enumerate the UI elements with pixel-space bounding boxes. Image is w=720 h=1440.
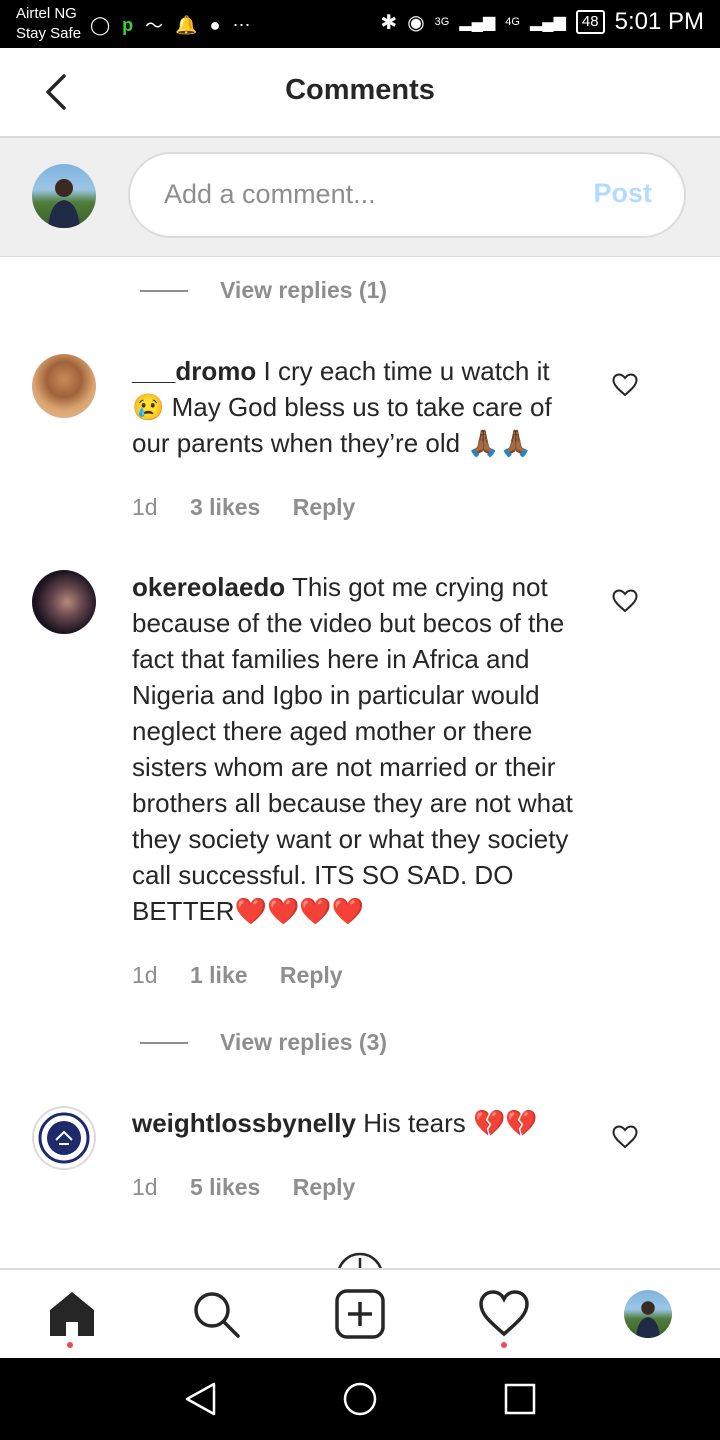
- comment-text: okereolaedo This got me crying not becau…: [132, 569, 582, 929]
- comment-likes[interactable]: 1 like: [190, 962, 248, 988]
- bell-icon: 🔔: [175, 14, 198, 35]
- reply-button[interactable]: Reply: [293, 1174, 356, 1200]
- comment-time: 1d: [132, 962, 158, 988]
- comment-body: This got me crying not because of the vi…: [132, 572, 573, 926]
- home-icon[interactable]: [46, 1288, 98, 1340]
- current-user-avatar[interactable]: [32, 164, 96, 228]
- clock: 5:01 PM: [614, 8, 704, 35]
- comment-username[interactable]: ___dromo: [132, 356, 256, 386]
- replies-divider: [140, 1042, 188, 1044]
- notification-icons: ◯ p 〜 🔔 ● ⋯: [90, 12, 250, 38]
- comment-username[interactable]: weightlossbynelly: [132, 1108, 356, 1138]
- reply-button[interactable]: Reply: [293, 494, 356, 520]
- comment-meta: 1d 5 likes Reply: [132, 1174, 381, 1201]
- like-heart-icon[interactable]: [612, 589, 638, 613]
- comment-composer: Post: [0, 138, 720, 257]
- system-nav-bar: [0, 1358, 720, 1440]
- load-more-icon[interactable]: [336, 1250, 384, 1268]
- comment-input[interactable]: [162, 178, 566, 211]
- eye-icon: ◉: [407, 11, 425, 34]
- carrier-subtitle: Stay Safe: [16, 25, 82, 42]
- comment-text: weightlossbynelly His tears 💔💔: [132, 1105, 582, 1141]
- battery-indicator: 48: [575, 10, 605, 34]
- post-button[interactable]: Post: [593, 178, 652, 209]
- comment-input-container[interactable]: Post: [128, 152, 686, 238]
- view-replies-button[interactable]: View replies (1): [220, 277, 387, 304]
- status-bar: Airtel NG Stay Safe ◯ p 〜 🔔 ● ⋯ ✱ ◉ 3G ▂…: [0, 0, 720, 48]
- commenter-avatar[interactable]: [32, 570, 96, 634]
- comment-username[interactable]: okereolaedo: [132, 572, 285, 602]
- network-3g-label: 3G: [434, 16, 450, 28]
- profile-tab-avatar[interactable]: [624, 1290, 672, 1338]
- home-notification-dot: [67, 1342, 73, 1348]
- commenter-avatar[interactable]: [32, 354, 96, 418]
- app-p-icon: p: [122, 14, 134, 35]
- comment-time: 1d: [132, 1174, 158, 1200]
- search-icon[interactable]: [190, 1288, 242, 1340]
- view-replies-button[interactable]: View replies (3): [220, 1029, 387, 1056]
- page-title: Comments: [285, 74, 435, 106]
- whatsapp-icon: ◯: [90, 14, 111, 35]
- bottom-nav: [0, 1268, 720, 1360]
- activity-notification-dot: [501, 1342, 507, 1348]
- home-circle-icon[interactable]: [342, 1381, 378, 1417]
- comment-body: His tears 💔💔: [363, 1108, 538, 1138]
- comment-time: 1d: [132, 494, 158, 520]
- commenter-avatar[interactable]: [32, 1106, 96, 1170]
- like-heart-icon[interactable]: [612, 1125, 638, 1149]
- signal-icon: ▂▄▆: [459, 14, 496, 31]
- bluetooth-icon: ✱: [380, 11, 398, 34]
- comment-meta: 1d 3 likes Reply: [132, 494, 381, 521]
- carrier-name: Airtel NG: [16, 5, 77, 22]
- reply-button[interactable]: Reply: [280, 962, 343, 988]
- new-post-icon[interactable]: [334, 1288, 386, 1340]
- signal-icon: ▂▄▆: [529, 14, 566, 31]
- chat-bubble-icon: ●: [209, 14, 221, 35]
- activity-heart-icon[interactable]: [478, 1288, 530, 1340]
- activity-icon: 〜: [145, 16, 164, 36]
- carrier-info: Airtel NG Stay Safe: [16, 4, 81, 44]
- more-icon: ⋯: [232, 14, 251, 35]
- brand-logo-icon: [38, 1112, 90, 1164]
- network-4g-label: 4G: [505, 16, 520, 28]
- header: Comments: [0, 48, 720, 138]
- back-triangle-icon[interactable]: [184, 1382, 218, 1416]
- person-silhouette-icon: [636, 1301, 660, 1338]
- person-silhouette-icon: [48, 179, 80, 228]
- comment-text: ___dromo I cry each time u watch it 😢 Ma…: [132, 353, 582, 461]
- recents-square-icon[interactable]: [504, 1383, 536, 1415]
- like-heart-icon[interactable]: [612, 373, 638, 397]
- comment-likes[interactable]: 3 likes: [190, 494, 260, 520]
- comment-likes[interactable]: 5 likes: [190, 1174, 260, 1200]
- comment-meta: 1d 1 like Reply: [132, 962, 369, 989]
- system-status: ✱ ◉ 3G ▂▄▆ 4G ▂▄▆ 48 5:01 PM: [380, 8, 704, 36]
- replies-divider: [140, 290, 188, 292]
